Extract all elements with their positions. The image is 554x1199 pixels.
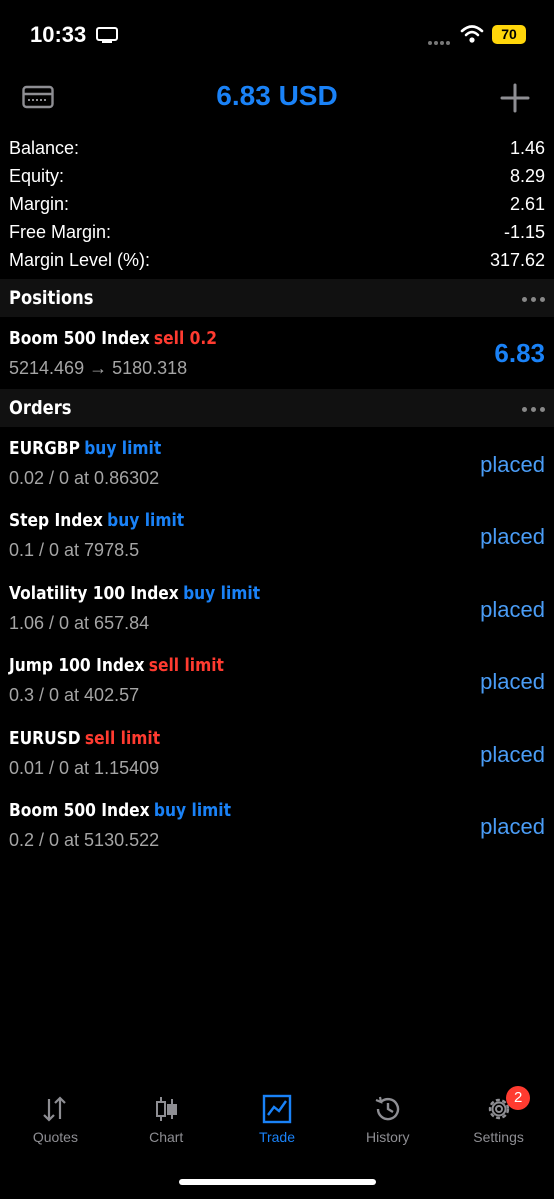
- order-side: buy limit: [84, 438, 162, 459]
- order-row[interactable]: EURGBP buy limit 0.02 / 0 at 0.86302 plac…: [0, 428, 554, 500]
- order-status: placed: [480, 814, 545, 839]
- order-title: Volatility 100 Index buy limit: [9, 583, 260, 604]
- position-prices: 5214.469 → 5180.318: [9, 358, 188, 378]
- order-title: EURGBP buy limit: [9, 438, 161, 459]
- order-side: sell limit: [148, 655, 224, 676]
- order-status: placed: [480, 669, 545, 694]
- summary-value: 1.46: [509, 137, 545, 158]
- section-title: Orders: [9, 397, 72, 419]
- position-symbol: Boom 500 Index: [9, 328, 150, 349]
- section-title: Positions: [9, 287, 94, 309]
- order-status: placed: [480, 452, 545, 477]
- tab-label: Settings: [473, 1129, 524, 1145]
- tab-label: History: [366, 1129, 410, 1145]
- orders-section-header: Orders: [0, 389, 554, 427]
- header: 6.83 USD: [0, 70, 554, 126]
- position-profit: 6.83: [494, 338, 545, 368]
- tab-label: Quotes: [32, 1129, 78, 1145]
- order-detail: 0.1 / 0 at 7978.5: [9, 540, 140, 560]
- order-detail: 0.01 / 0 at 1.15409: [9, 758, 160, 778]
- summary-value: -1.15: [503, 221, 545, 242]
- tab-label: Trade: [258, 1129, 296, 1145]
- order-symbol: Step Index: [9, 510, 103, 531]
- screen-mirroring-icon: [96, 27, 118, 43]
- order-side: sell limit: [84, 728, 161, 749]
- order-symbol: Volatility 100 Index: [9, 583, 179, 604]
- cellular-signal-icon: [428, 32, 452, 50]
- tab-history[interactable]: History: [332, 1085, 443, 1155]
- order-row[interactable]: Step Index buy limit 0.1 / 0 at 7978.5 pl…: [0, 500, 554, 572]
- summary-label: Margin Level (%):: [9, 249, 151, 270]
- order-row[interactable]: Volatility 100 Index buy limit 1.06 / 0 a…: [0, 573, 554, 645]
- status-time: 10:33: [30, 22, 87, 47]
- order-row[interactable]: EURUSD sell limit 0.01 / 0 at 1.15409 pla…: [0, 718, 554, 790]
- plus-icon[interactable]: [500, 83, 530, 113]
- order-title: Step Index buy limit: [9, 510, 184, 531]
- summary-row-free-margin: Free Margin: -1.15: [0, 218, 554, 246]
- order-symbol: Boom 500 Index: [9, 800, 150, 821]
- order-row[interactable]: Jump 100 Index sell limit 0.3 / 0 at 402.…: [0, 645, 554, 717]
- order-row[interactable]: Boom 500 Index buy limit 0.2 / 0 at 5130.…: [0, 790, 554, 862]
- summary-label: Balance:: [9, 137, 80, 158]
- order-status: placed: [480, 524, 545, 549]
- order-symbol: Jump 100 Index: [9, 655, 145, 676]
- order-detail: 0.02 / 0 at 0.86302: [9, 468, 160, 488]
- summary-value: 317.62: [489, 249, 545, 270]
- summary-value: 8.29: [509, 165, 545, 186]
- order-symbol: EURUSD: [9, 728, 81, 749]
- order-side: buy limit: [153, 800, 231, 821]
- tab-trade[interactable]: Trade: [222, 1085, 333, 1155]
- tab-label: Chart: [149, 1129, 184, 1145]
- order-title: Jump 100 Index sell limit: [9, 655, 224, 676]
- order-detail: 0.2 / 0 at 5130.522: [9, 830, 160, 850]
- order-status: placed: [480, 597, 545, 622]
- more-options-icon[interactable]: [518, 399, 545, 417]
- order-symbol: EURGBP: [9, 438, 80, 459]
- tab-bar: Quotes Chart Trade History 2 Settings: [0, 1085, 554, 1155]
- summary-row-equity: Equity: 8.29: [0, 162, 554, 190]
- summary-row-margin-level: Margin Level (%): 317.62: [0, 246, 554, 274]
- order-status: placed: [480, 742, 545, 767]
- status-bar: 10:33 70: [0, 0, 554, 70]
- battery-icon: 70: [492, 25, 526, 44]
- wifi-icon: [460, 25, 484, 43]
- position-title: Boom 500 Index sell 0.2: [9, 328, 217, 349]
- order-title: EURUSD sell limit: [9, 728, 160, 749]
- tab-quotes[interactable]: Quotes: [0, 1085, 111, 1155]
- summary-row-balance: Balance: 1.46: [0, 134, 554, 162]
- quotes-icon: [43, 1096, 67, 1122]
- order-detail: 1.06 / 0 at 657.84: [9, 613, 150, 633]
- summary-label: Equity:: [9, 165, 65, 186]
- summary-label: Margin:: [9, 193, 70, 214]
- trade-chart-icon: [262, 1094, 292, 1124]
- notification-badge: 2: [506, 1086, 531, 1110]
- home-indicator: [179, 1179, 376, 1185]
- more-options-icon[interactable]: [518, 289, 545, 307]
- order-title: Boom 500 Index buy limit: [9, 800, 231, 821]
- summary-row-margin: Margin: 2.61: [0, 190, 554, 218]
- candlestick-icon: [156, 1097, 178, 1121]
- tab-chart[interactable]: Chart: [111, 1085, 222, 1155]
- tab-settings[interactable]: 2 Settings: [443, 1085, 554, 1155]
- account-summary: Balance: 1.46 Equity: 8.29 Margin: 2.61 …: [0, 134, 554, 274]
- summary-value: 2.61: [509, 193, 545, 214]
- position-row[interactable]: Boom 500 Index sell 0.2 5214.469 → 5180.3…: [0, 318, 554, 388]
- order-side: buy limit: [183, 583, 261, 604]
- summary-label: Free Margin:: [9, 221, 112, 242]
- order-side: buy limit: [107, 510, 185, 531]
- history-icon: [375, 1096, 399, 1121]
- page-title: 6.83 USD: [216, 80, 338, 111]
- order-detail: 0.3 / 0 at 402.57: [9, 685, 140, 705]
- position-side: sell 0.2: [153, 328, 218, 349]
- positions-section-header: Positions: [0, 279, 554, 317]
